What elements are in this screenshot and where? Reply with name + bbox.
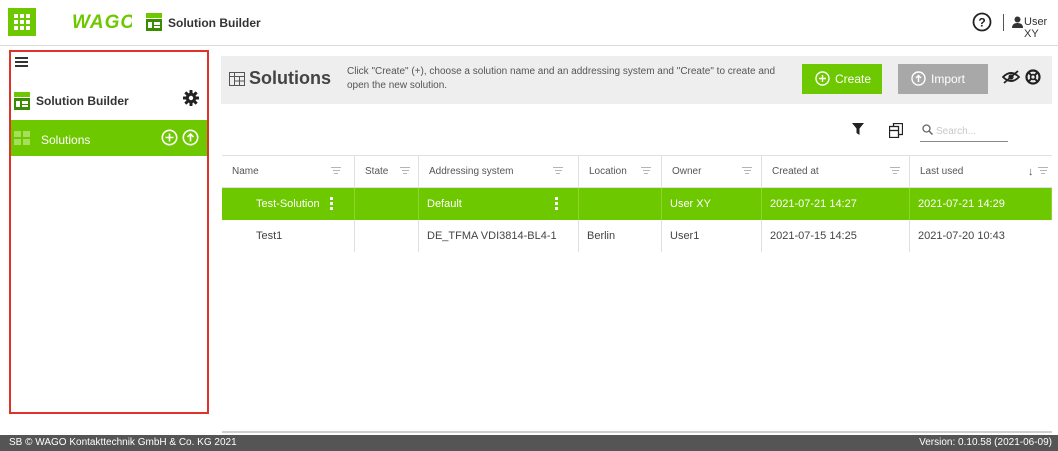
cell-created-at: 2021-07-21 14:27 — [762, 188, 910, 220]
page-title: Solutions — [249, 68, 331, 88]
solution-builder-icon — [146, 13, 162, 31]
lifebuoy-icon[interactable] — [1025, 69, 1041, 85]
search-box — [920, 120, 1008, 142]
column-header-name[interactable]: Name — [222, 156, 355, 188]
cell-addressing-system: Default — [419, 188, 579, 220]
filter-icon[interactable] — [852, 123, 864, 135]
solutions-header: Solutions Click "Create" (+), choose a s… — [221, 56, 1052, 104]
row-kebab-menu-icon[interactable] — [330, 197, 334, 211]
top-separator — [1003, 14, 1004, 31]
svg-text:WAGO: WAGO — [72, 12, 132, 31]
add-circle-icon — [815, 71, 830, 86]
cell-last-used: 2021-07-20 10:43 — [918, 230, 1005, 242]
import-button-label: Import — [931, 72, 966, 86]
column-header-owner[interactable]: Owner — [662, 156, 762, 188]
columns-chooser-icon[interactable] — [889, 123, 903, 138]
footer: SB © WAGO Kontakttechnik GmbH & Co. KG 2… — [0, 435, 1058, 451]
search-icon — [922, 124, 933, 135]
solutions-table: Name State Addressing system Location Ow… — [222, 155, 1052, 433]
import-circle-icon[interactable] — [182, 129, 199, 146]
cell-state — [355, 188, 419, 220]
cell-state — [355, 220, 419, 252]
column-menu-icon[interactable] — [1038, 167, 1048, 176]
column-header-state[interactable]: State — [355, 156, 419, 188]
sort-descending-icon[interactable]: ↓ — [1028, 156, 1034, 188]
gear-icon[interactable] — [183, 90, 199, 106]
import-circle-icon — [911, 71, 926, 86]
eye-off-icon[interactable] — [1002, 70, 1020, 84]
column-header-created-at[interactable]: Created at — [762, 156, 910, 188]
top-bar: WAGO Solution Builder ? User XY — [0, 0, 1058, 46]
solutions-grid-icon — [14, 131, 30, 145]
cell-addressing-system: DE_TFMA VDI3814-BL4-1 — [419, 220, 579, 252]
sidebar-item-label: Solutions — [41, 133, 91, 147]
cell-name: Test1 — [222, 220, 355, 252]
sidebar-section-title: Solution Builder — [36, 94, 129, 108]
column-header-last-used[interactable]: Last used ↓ — [910, 156, 1052, 188]
column-menu-icon[interactable] — [553, 167, 563, 176]
cell-created-at: 2021-07-15 14:25 — [762, 220, 910, 252]
wago-logo: WAGO — [72, 12, 132, 31]
cell-last-used: 2021-07-21 14:29 — [910, 188, 1052, 220]
sidebar-item-solutions[interactable]: Solutions — [11, 120, 207, 156]
column-menu-icon[interactable] — [400, 167, 410, 176]
import-button[interactable]: Import — [898, 64, 988, 94]
table-row[interactable]: Test-Solution Default User XY 2021-07-21… — [222, 188, 1052, 220]
user-menu[interactable]: User XY — [1024, 16, 1058, 40]
column-menu-icon[interactable] — [641, 167, 651, 176]
column-menu-icon[interactable] — [331, 167, 341, 176]
column-menu-icon[interactable] — [890, 167, 900, 176]
column-header-addressing-system[interactable]: Addressing system — [419, 156, 579, 188]
search-input[interactable] — [936, 123, 1006, 139]
hamburger-icon[interactable] — [15, 57, 28, 68]
app-title: Solution Builder — [168, 16, 261, 30]
footer-version: Version: 0.10.58 (2021-06-09) — [919, 437, 1052, 448]
cell-owner: User1 — [662, 220, 762, 252]
add-circle-icon[interactable] — [161, 129, 178, 146]
column-menu-icon[interactable] — [742, 167, 752, 176]
cell-name: Test-Solution — [222, 188, 355, 220]
table-header-row: Name State Addressing system Location Ow… — [222, 156, 1052, 188]
help-icon[interactable]: ? — [972, 12, 992, 32]
solutions-table-icon — [229, 72, 245, 86]
solution-builder-icon — [14, 92, 30, 110]
cell-location: Berlin — [579, 220, 662, 252]
create-button-label: Create — [835, 72, 872, 86]
cell-location — [579, 188, 662, 220]
table-row[interactable]: Test1 DE_TFMA VDI3814-BL4-1 Berlin User1… — [222, 220, 1052, 252]
footer-copyright: SB © WAGO Kontakttechnik GmbH & Co. KG 2… — [9, 437, 237, 448]
addressing-kebab-menu-icon[interactable] — [555, 197, 559, 211]
cell-owner: User XY — [662, 188, 762, 220]
app-grid-icon[interactable] — [8, 8, 36, 36]
svg-text:?: ? — [978, 16, 985, 30]
sidebar: Solution Builder Solutions — [9, 50, 209, 414]
create-button[interactable]: Create — [802, 64, 882, 94]
user-icon[interactable] — [1012, 16, 1023, 28]
column-header-location[interactable]: Location — [579, 156, 662, 188]
create-hint-text: Click "Create" (+), choose a solution na… — [347, 66, 776, 91]
